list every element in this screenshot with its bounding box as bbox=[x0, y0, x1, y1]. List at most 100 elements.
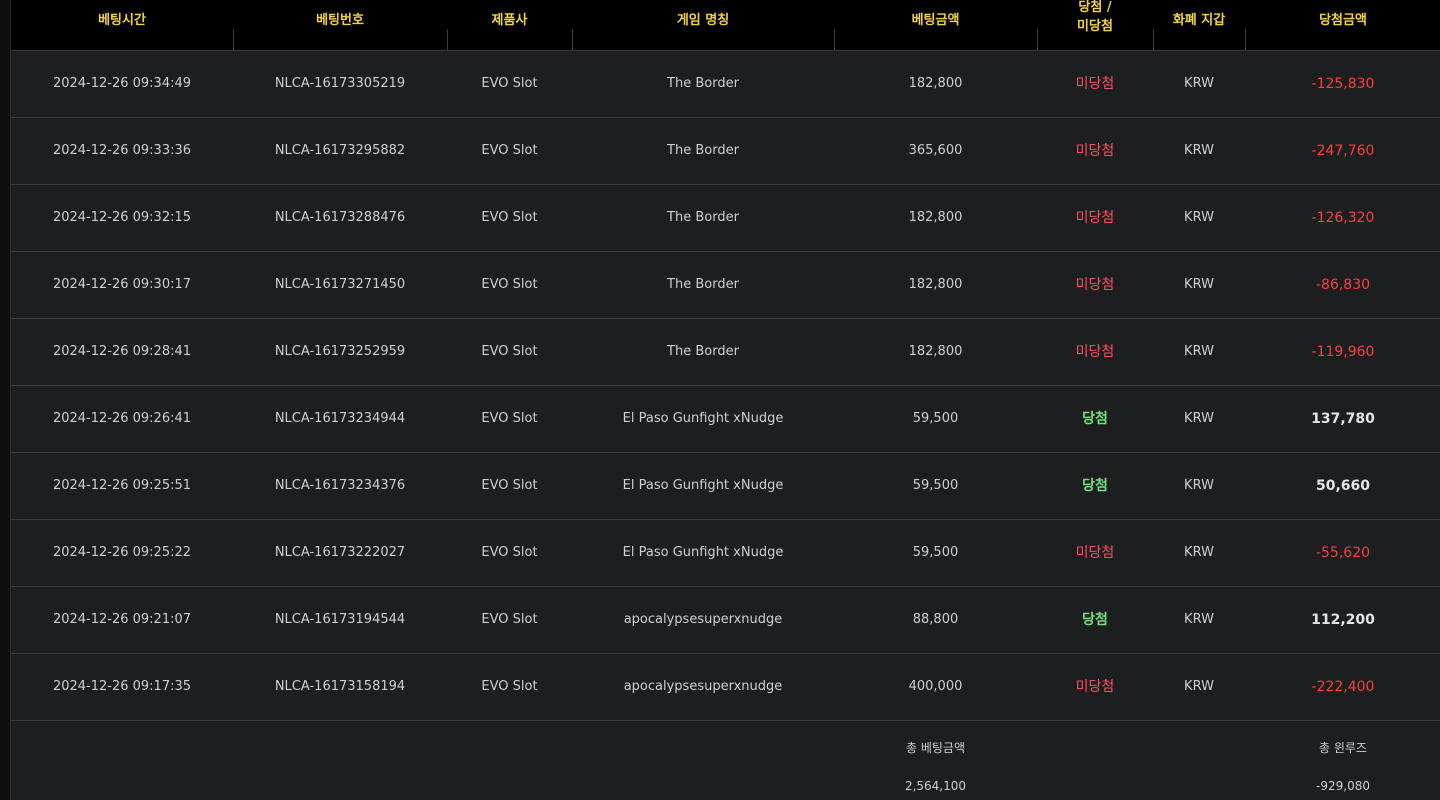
table-row: 2024-12-26 09:25:22 NLCA-16173222027 EVO S… bbox=[11, 520, 1440, 587]
game-name-cell: The Border bbox=[667, 143, 739, 158]
total-bet-value: 2,564,100 bbox=[904, 779, 967, 793]
result-cell: 미당첨 bbox=[1075, 210, 1115, 226]
bet-amount-cell: 59,500 bbox=[912, 478, 959, 493]
bet-number-cell: NLCA-16173271450 bbox=[274, 277, 406, 292]
currency-cell: KRW bbox=[1184, 344, 1214, 359]
bet-time-cell: 2024-12-26 09:33:36 bbox=[52, 143, 192, 158]
bet-time-cell: 2024-12-26 09:28:41 bbox=[52, 344, 192, 359]
win-amount-cell: 50,660 bbox=[1315, 478, 1371, 494]
bet-number-cell: NLCA-16173305219 bbox=[274, 76, 406, 91]
result-cell: 미당첨 bbox=[1075, 277, 1115, 293]
total-bet-label: 총 베팅금액 bbox=[905, 741, 965, 755]
header-bet-time: 베팅시간 bbox=[11, 9, 233, 28]
provider-cell: EVO Slot bbox=[481, 76, 538, 91]
header-divider bbox=[447, 29, 448, 50]
provider-cell: EVO Slot bbox=[481, 344, 538, 359]
table-row: 2024-12-26 09:34:49 NLCA-16173305219 EVO S… bbox=[11, 51, 1440, 118]
bet-time-cell: 2024-12-26 09:32:15 bbox=[52, 210, 192, 225]
bet-number-cell: NLCA-16173222027 bbox=[274, 545, 406, 560]
provider-cell: EVO Slot bbox=[481, 478, 538, 493]
table-row: 2024-12-26 09:33:36 NLCA-16173295882 EVO S… bbox=[11, 118, 1440, 185]
bet-number-cell: NLCA-16173252959 bbox=[274, 344, 406, 359]
table-summary: 총 베팅금액 2,564,100 총 윈루즈 -929,080 bbox=[11, 721, 1440, 800]
bet-time-cell: 2024-12-26 09:26:41 bbox=[52, 411, 192, 426]
game-name-cell: The Border bbox=[667, 210, 739, 225]
header-bet-amount: 베팅금액 bbox=[834, 9, 1037, 28]
header-bet-time-label: 베팅시간 bbox=[98, 13, 146, 28]
header-divider bbox=[1037, 29, 1038, 50]
table-row: 2024-12-26 09:28:41 NLCA-16173252959 EVO S… bbox=[11, 319, 1440, 386]
header-divider bbox=[834, 29, 835, 50]
currency-cell: KRW bbox=[1184, 143, 1214, 158]
win-amount-cell: -55,620 bbox=[1315, 545, 1371, 561]
game-name-cell: The Border bbox=[667, 344, 739, 359]
provider-cell: EVO Slot bbox=[481, 612, 538, 627]
header-win-amount-label: 당첨금액 bbox=[1319, 13, 1367, 28]
header-result-line2: 미당첨 bbox=[1077, 19, 1113, 34]
table-row: 2024-12-26 09:17:35 NLCA-16173158194 EVO S… bbox=[11, 654, 1440, 721]
header-result: 당첨 / 미당첨 bbox=[1037, 0, 1153, 36]
table-header: 베팅시간 베팅번호 제품사 게임 명칭 베팅금액 당첨 / 미당첨 화폐 지갑 … bbox=[11, 0, 1440, 51]
bet-amount-cell: 182,800 bbox=[908, 210, 963, 225]
provider-cell: EVO Slot bbox=[481, 143, 538, 158]
header-game-name-label: 게임 명칭 bbox=[676, 13, 730, 28]
result-cell: 미당첨 bbox=[1075, 679, 1115, 695]
game-name-cell: El Paso Gunfight xNudge bbox=[622, 411, 784, 426]
header-divider bbox=[233, 29, 234, 50]
header-bet-number: 베팅번호 bbox=[233, 9, 447, 28]
table-row: 2024-12-26 09:25:51 NLCA-16173234376 EVO S… bbox=[11, 453, 1440, 520]
result-cell: 미당첨 bbox=[1075, 344, 1115, 360]
game-name-cell: apocalypsesuperxnudge bbox=[623, 612, 783, 627]
total-winloss-value: -929,080 bbox=[1316, 779, 1370, 793]
result-cell: 당첨 bbox=[1082, 478, 1108, 494]
bet-number-cell: NLCA-16173158194 bbox=[274, 679, 406, 694]
table-row: 2024-12-26 09:21:07 NLCA-16173194544 EVO S… bbox=[11, 587, 1440, 654]
result-cell: 미당첨 bbox=[1075, 143, 1115, 159]
bet-time-cell: 2024-12-26 09:25:51 bbox=[52, 478, 192, 493]
provider-cell: EVO Slot bbox=[481, 210, 538, 225]
header-currency-label: 화폐 지갑 bbox=[1172, 13, 1226, 28]
bet-number-cell: NLCA-16173234944 bbox=[274, 411, 406, 426]
game-name-cell: El Paso Gunfight xNudge bbox=[622, 478, 784, 493]
bet-amount-cell: 59,500 bbox=[912, 411, 959, 426]
header-provider-label: 제품사 bbox=[491, 13, 528, 28]
bet-history-table: 베팅시간 베팅번호 제품사 게임 명칭 베팅금액 당첨 / 미당첨 화폐 지갑 … bbox=[10, 0, 1440, 800]
bet-amount-cell: 59,500 bbox=[912, 545, 959, 560]
header-currency: 화폐 지갑 bbox=[1153, 9, 1245, 28]
header-game-name: 게임 명칭 bbox=[572, 9, 834, 28]
win-amount-cell: -126,320 bbox=[1311, 210, 1375, 226]
win-amount-cell: 137,780 bbox=[1311, 411, 1375, 427]
result-cell: 미당첨 bbox=[1075, 545, 1115, 561]
bet-number-cell: NLCA-16173234376 bbox=[274, 478, 406, 493]
game-name-cell: El Paso Gunfight xNudge bbox=[622, 545, 784, 560]
provider-cell: EVO Slot bbox=[481, 277, 538, 292]
bet-number-cell: NLCA-16173288476 bbox=[274, 210, 406, 225]
currency-cell: KRW bbox=[1184, 76, 1214, 91]
game-name-cell: apocalypsesuperxnudge bbox=[623, 679, 783, 694]
bet-time-cell: 2024-12-26 09:34:49 bbox=[52, 76, 192, 91]
bet-number-cell: NLCA-16173194544 bbox=[274, 612, 406, 627]
bet-amount-cell: 182,800 bbox=[908, 76, 963, 91]
header-divider bbox=[1153, 29, 1154, 50]
bet-time-cell: 2024-12-26 09:21:07 bbox=[52, 612, 192, 627]
bet-amount-cell: 182,800 bbox=[908, 344, 963, 359]
header-bet-number-label: 베팅번호 bbox=[316, 13, 364, 28]
currency-cell: KRW bbox=[1184, 411, 1214, 426]
game-name-cell: The Border bbox=[667, 277, 739, 292]
win-amount-cell: -86,830 bbox=[1315, 277, 1371, 293]
bet-amount-cell: 400,000 bbox=[908, 679, 963, 694]
header-provider: 제품사 bbox=[447, 9, 572, 28]
win-amount-cell: -222,400 bbox=[1311, 679, 1375, 695]
provider-cell: EVO Slot bbox=[481, 411, 538, 426]
provider-cell: EVO Slot bbox=[481, 545, 538, 560]
bet-time-cell: 2024-12-26 09:25:22 bbox=[52, 545, 192, 560]
currency-cell: KRW bbox=[1184, 679, 1214, 694]
total-winloss-label: 총 윈루즈 bbox=[1319, 741, 1367, 755]
result-cell: 당첨 bbox=[1082, 411, 1108, 427]
win-amount-cell: 112,200 bbox=[1311, 612, 1375, 628]
header-win-amount: 당첨금액 bbox=[1245, 9, 1440, 28]
result-cell: 미당첨 bbox=[1075, 76, 1115, 92]
header-bet-amount-label: 베팅금액 bbox=[911, 13, 960, 28]
table-row: 2024-12-26 09:32:15 NLCA-16173288476 EVO S… bbox=[11, 185, 1440, 252]
currency-cell: KRW bbox=[1184, 277, 1214, 292]
